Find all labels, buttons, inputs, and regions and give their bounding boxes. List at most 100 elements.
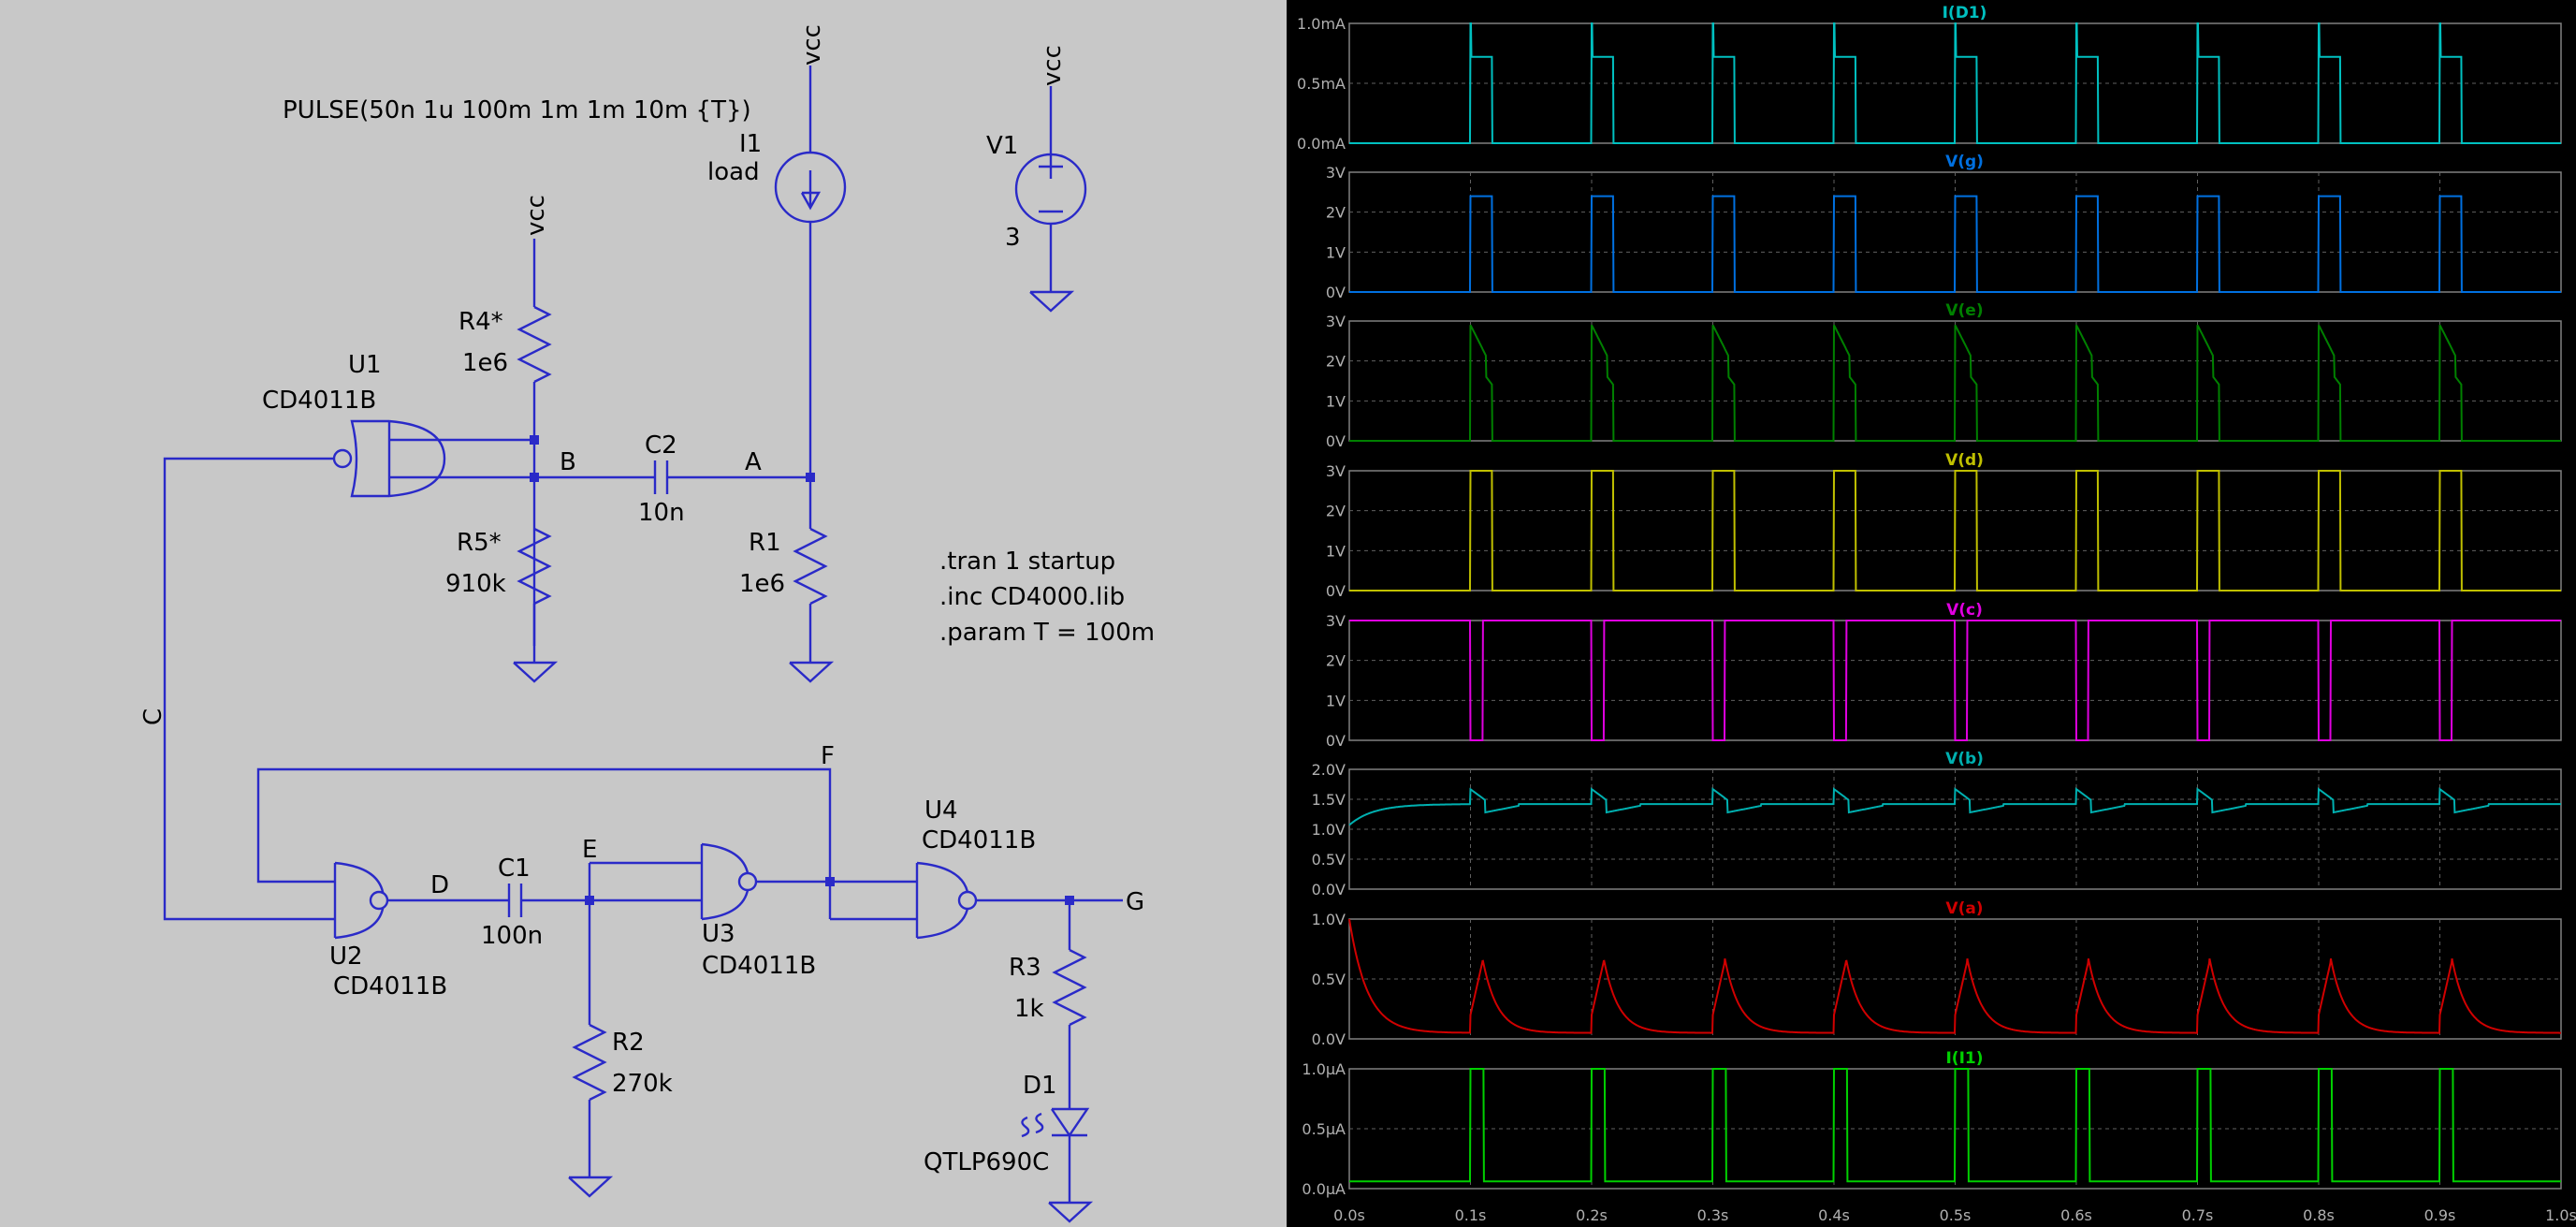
y-tick-label: 1.0V — [1312, 911, 1346, 928]
r5-value: 910k — [445, 570, 506, 598]
node-c-label: C — [139, 708, 167, 725]
node-e-label: E — [582, 836, 597, 864]
c1-value: 100n — [481, 922, 543, 950]
plot-pane[interactable]: V(g) 3V 2V 1V 0V — [1326, 153, 2562, 301]
r2-value: 270k — [612, 1070, 673, 1098]
resistor-r2[interactable] — [568, 900, 614, 1198]
spice-directive-tran[interactable]: .tran 1 startup — [939, 548, 1115, 576]
y-tick-label: 2V — [1326, 204, 1346, 222]
x-tick-label: 0.7s — [2182, 1206, 2214, 1224]
y-tick-label: 2V — [1326, 503, 1346, 520]
u3-label: U3 — [702, 920, 735, 948]
x-tick-label: 0.1s — [1455, 1206, 1487, 1224]
nand-gate-u4[interactable] — [828, 861, 1123, 940]
capacitor-c1[interactable] — [387, 884, 589, 917]
y-tick-label: 1.5V — [1312, 791, 1346, 809]
y-tick-label: 3V — [1326, 164, 1346, 182]
y-tick-label: 0.0mA — [1297, 135, 1346, 153]
c2-label: C2 — [645, 431, 677, 460]
node-b-label: B — [560, 448, 576, 476]
trace-title[interactable]: I(D1) — [1943, 4, 1987, 22]
resistor-r1[interactable] — [789, 477, 835, 683]
plot-pane[interactable]: V(e) 3V 2V 1V 0V — [1326, 301, 2562, 450]
y-tick-label: 0.0V — [1312, 881, 1346, 898]
plot-pane[interactable]: I(D1) 1.0mA 0.5mA 0.0mA — [1297, 4, 2562, 153]
u1-part: CD4011B — [262, 387, 376, 415]
x-tick-label: 0.2s — [1576, 1206, 1608, 1224]
y-tick-label: 1.0mA — [1297, 15, 1346, 33]
schematic-canvas[interactable]: PULSE(50n 1u 100m 1m 1m 10m {T}) I1 load… — [0, 0, 1287, 1227]
junction-dot — [825, 877, 835, 886]
node-f-label: F — [821, 742, 835, 770]
r5-label: R5* — [457, 529, 502, 557]
voltage-source-v1[interactable] — [1014, 86, 1087, 313]
u3-part: CD4011B — [702, 952, 816, 980]
junction-dot — [806, 473, 815, 482]
wire-node-c[interactable] — [163, 457, 335, 921]
y-tick-label: 2V — [1326, 652, 1346, 670]
plot-pane[interactable]: V(c) 3V 2V 1V 0V — [1326, 601, 2562, 750]
spice-directive-inc[interactable]: .inc CD4000.lib — [939, 583, 1125, 611]
x-tick-label: 0.5s — [1940, 1206, 1972, 1224]
resistor-r3[interactable] — [1052, 900, 1087, 1109]
u4-label: U4 — [924, 796, 958, 825]
trace-title[interactable]: V(e) — [1945, 301, 1983, 320]
y-tick-label: 3V — [1326, 612, 1346, 630]
v1-value: 3 — [1005, 224, 1021, 252]
u2-part: CD4011B — [333, 972, 447, 1001]
y-tick-label: 0V — [1326, 284, 1346, 301]
nand-gate-u2[interactable] — [333, 861, 389, 940]
r2-label: R2 — [612, 1029, 645, 1057]
x-tick-label: 0.3s — [1697, 1206, 1729, 1224]
y-tick-label: 0V — [1326, 582, 1346, 600]
plot-pane[interactable]: V(a) 1.0V 0.5V 0.0V — [1312, 899, 2562, 1048]
plot-pane[interactable]: V(b) 2.0V 1.5V 1.0V 0.5V 0.0V — [1312, 750, 2562, 898]
x-tick-label: 0.6s — [2060, 1206, 2092, 1224]
y-tick-label: 0.5V — [1312, 971, 1346, 988]
load-label: load — [707, 158, 760, 186]
trace-title[interactable]: V(c) — [1946, 601, 1983, 620]
current-source-i1[interactable] — [774, 66, 847, 477]
d1-part: QTLP690C — [924, 1148, 1049, 1176]
vcc-label-i1: vcc — [798, 24, 826, 66]
trace-title[interactable]: V(a) — [1945, 899, 1983, 918]
v1-label: V1 — [986, 132, 1018, 160]
waveform-plots[interactable]: I(D1) 1.0mA 0.5mA 0.0mA V(g) 3V 2V 1V 0V V(e) 3V 2V… — [1287, 0, 2576, 1227]
y-tick-label: 1.0µA — [1302, 1060, 1346, 1078]
trace-title[interactable]: V(d) — [1945, 451, 1984, 470]
x-tick-label: 0.4s — [1818, 1206, 1850, 1224]
y-tick-label: 1V — [1326, 692, 1346, 709]
y-tick-label: 0.0µA — [1302, 1180, 1346, 1198]
d1-label: D1 — [1023, 1072, 1057, 1100]
y-tick-label: 2V — [1326, 353, 1346, 371]
y-tick-label: 0.5µA — [1302, 1120, 1346, 1138]
trace-title[interactable]: I(I1) — [1945, 1049, 1983, 1068]
u4-part: CD4011B — [922, 826, 1036, 855]
u1-label: U1 — [348, 351, 382, 379]
y-tick-label: 0.5mA — [1297, 75, 1346, 93]
y-tick-label: 1V — [1326, 392, 1346, 410]
junction-dot — [1065, 896, 1074, 905]
trace-title[interactable]: V(g) — [1945, 153, 1984, 171]
x-tick-label: 0.9s — [2424, 1206, 2456, 1224]
y-tick-label: 1V — [1326, 243, 1346, 261]
nand-gate-u3[interactable] — [588, 842, 830, 921]
trace-title[interactable]: V(b) — [1945, 750, 1984, 768]
vcc-label-v1: vcc — [1039, 45, 1067, 86]
vcc-label-r4: vcc — [522, 195, 550, 236]
r1-value: 1e6 — [739, 570, 785, 598]
r4-value: 1e6 — [462, 349, 508, 377]
plot-pane[interactable]: I(I1) 1.0µA 0.5µA 0.0µA — [1302, 1049, 2562, 1198]
y-tick-label: 0.0V — [1312, 1030, 1346, 1048]
spice-directive-param[interactable]: .param T = 100m — [939, 619, 1155, 647]
nand-gate-u1[interactable] — [332, 419, 534, 498]
y-tick-label: 0.5V — [1312, 851, 1346, 869]
junction-dot — [530, 473, 539, 482]
y-tick-label: 1.0V — [1312, 821, 1346, 839]
y-tick-label: 3V — [1326, 313, 1346, 330]
plot-pane[interactable]: V(d) 3V 2V 1V 0V — [1326, 451, 2562, 600]
r3-value: 1k — [1014, 995, 1044, 1023]
c1-label: C1 — [498, 855, 531, 883]
r3-label: R3 — [1009, 954, 1041, 982]
waveform-viewer[interactable]: I(D1) 1.0mA 0.5mA 0.0mA V(g) 3V 2V 1V 0V V(e) 3V 2V… — [1287, 0, 2576, 1227]
